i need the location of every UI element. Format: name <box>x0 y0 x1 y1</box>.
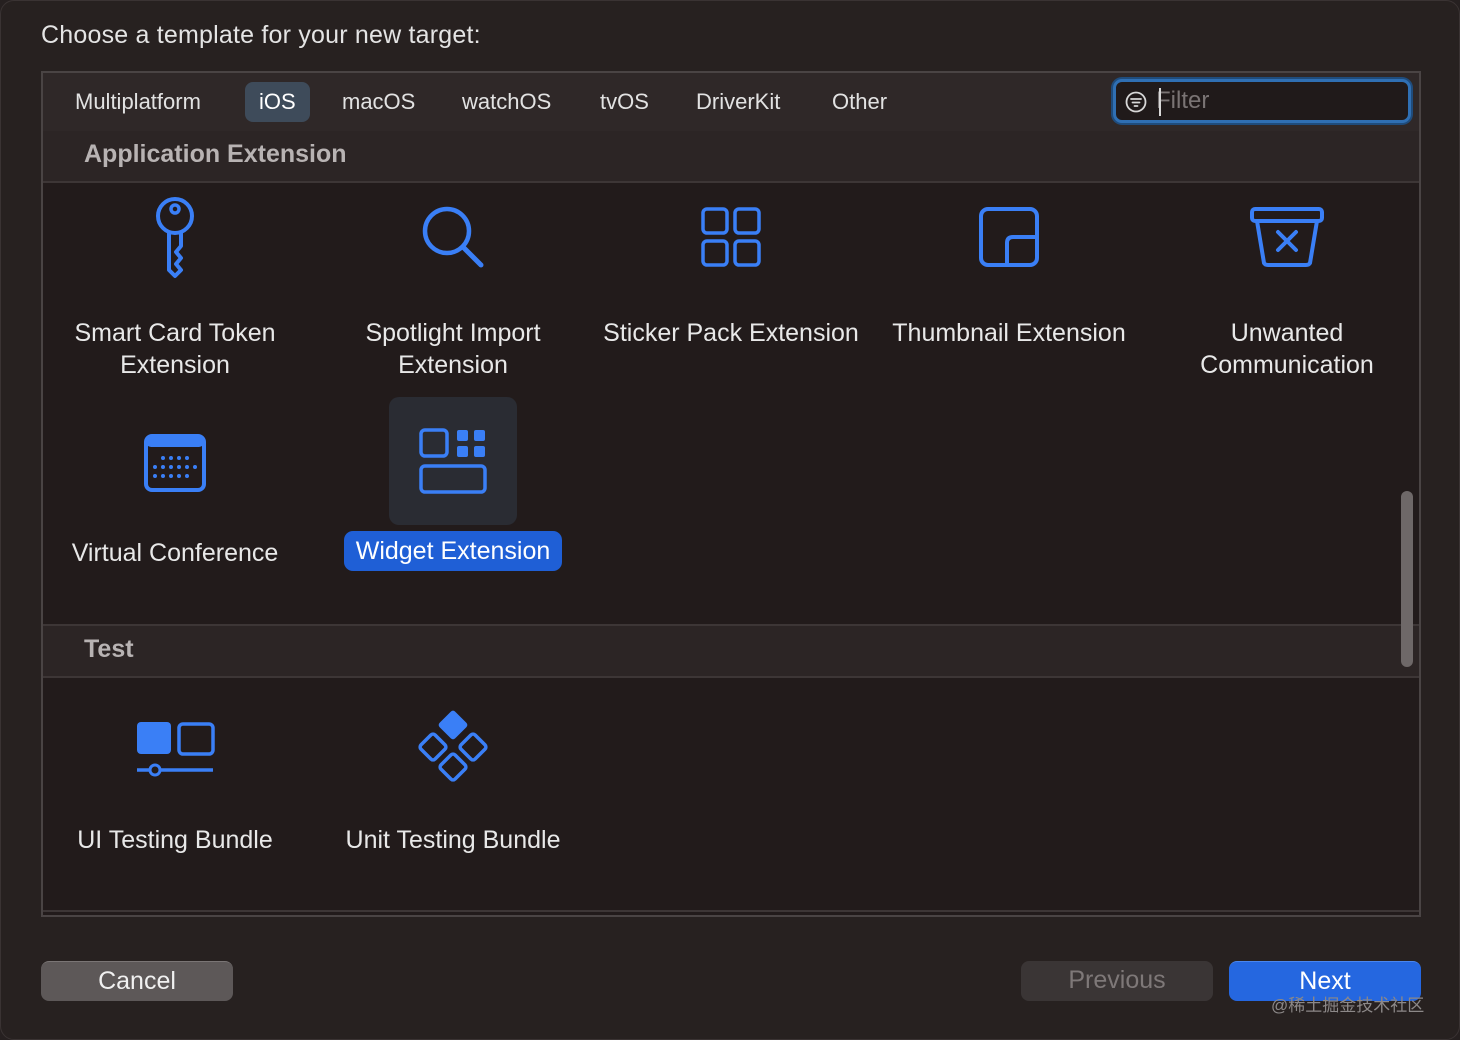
tab-multiplatform[interactable]: Multiplatform <box>61 82 215 122</box>
template-label: Widget Extension <box>314 531 592 571</box>
template-widget-extension[interactable]: Widget Extension <box>314 397 592 607</box>
selected-label-pill: Widget Extension <box>343 531 563 571</box>
dialog-title: Choose a template for your new target: <box>41 21 481 49</box>
panel-bottom-divider <box>43 910 1419 912</box>
tab-ios[interactable]: iOS <box>245 82 310 122</box>
tab-driverkit[interactable]: DriverKit <box>682 82 794 122</box>
calendar-icon <box>144 434 206 492</box>
template-unwanted-communication[interactable]: Unwanted Communication <box>1148 183 1419 383</box>
section-header-application-extension: Application Extension <box>43 131 1419 183</box>
magnifier-icon <box>422 206 484 268</box>
template-label: UI Testing Bundle <box>77 826 273 854</box>
template-panel: Multiplatform iOS macOS watchOS tvOS Dri… <box>41 71 1421 917</box>
template-label: Spotlight Import Extension <box>365 319 541 379</box>
grid-icon <box>701 207 761 267</box>
tab-watchos[interactable]: watchOS <box>448 82 565 122</box>
ui-testing-icon <box>137 722 215 777</box>
template-label: Smart Card Token Extension <box>74 319 276 379</box>
thumbnail-icon <box>979 207 1039 267</box>
template-icon <box>389 187 517 287</box>
template-unit-testing-bundle[interactable]: Unit Testing Bundle <box>314 698 592 898</box>
template-label: Sticker Pack Extension <box>603 319 859 347</box>
platform-tabbar: Multiplatform iOS macOS watchOS tvOS Dri… <box>43 73 1419 132</box>
template-label: Virtual Conference <box>71 539 279 567</box>
tab-tvos[interactable]: tvOS <box>586 82 663 122</box>
template-ui-testing-bundle[interactable]: UI Testing Bundle <box>43 698 314 898</box>
template-virtual-conference[interactable]: Virtual Conference <box>43 399 314 609</box>
vertical-scrollbar[interactable] <box>1401 491 1413 667</box>
previous-button: Previous <box>1021 961 1213 1001</box>
template-icon <box>389 397 517 525</box>
template-sticker-pack-extension[interactable]: Sticker Pack Extension <box>592 183 870 383</box>
unit-testing-icon <box>418 710 488 782</box>
template-icon <box>945 187 1073 287</box>
watermark-text: @稀土掘金技术社区 <box>1271 996 1425 1015</box>
template-chooser-dialog: Choose a template for your new target: M… <box>0 0 1460 1040</box>
filter-input[interactable] <box>1156 86 1396 116</box>
tab-macos[interactable]: macOS <box>328 82 429 122</box>
filter-circle-icon <box>1125 91 1147 113</box>
template-spotlight-import-extension[interactable]: Spotlight Import Extension <box>314 183 592 383</box>
template-icon <box>1223 187 1351 287</box>
template-smart-card-token-extension[interactable]: Smart Card Token Extension <box>43 183 314 383</box>
template-label: Unit Testing Bundle <box>345 826 561 854</box>
template-thumbnail-extension[interactable]: Thumbnail Extension <box>870 183 1148 383</box>
cancel-button[interactable]: Cancel <box>41 961 233 1001</box>
template-icon <box>389 698 517 798</box>
filter-field[interactable] <box>1113 79 1411 123</box>
text-caret <box>1159 88 1161 116</box>
key-icon <box>156 197 194 278</box>
template-icon <box>111 187 239 287</box>
section-title: Test <box>84 635 134 663</box>
section-header-test: Test <box>43 626 1419 678</box>
section-title: Application Extension <box>84 140 347 168</box>
template-icon <box>667 187 795 287</box>
widget-icon <box>419 428 487 494</box>
tab-other[interactable]: Other <box>818 82 901 122</box>
template-icon <box>111 698 239 798</box>
template-label: Unwanted Communication <box>1200 319 1374 379</box>
template-icon <box>111 399 239 527</box>
trash-x-icon <box>1250 207 1324 267</box>
template-label: Thumbnail Extension <box>892 319 1126 347</box>
